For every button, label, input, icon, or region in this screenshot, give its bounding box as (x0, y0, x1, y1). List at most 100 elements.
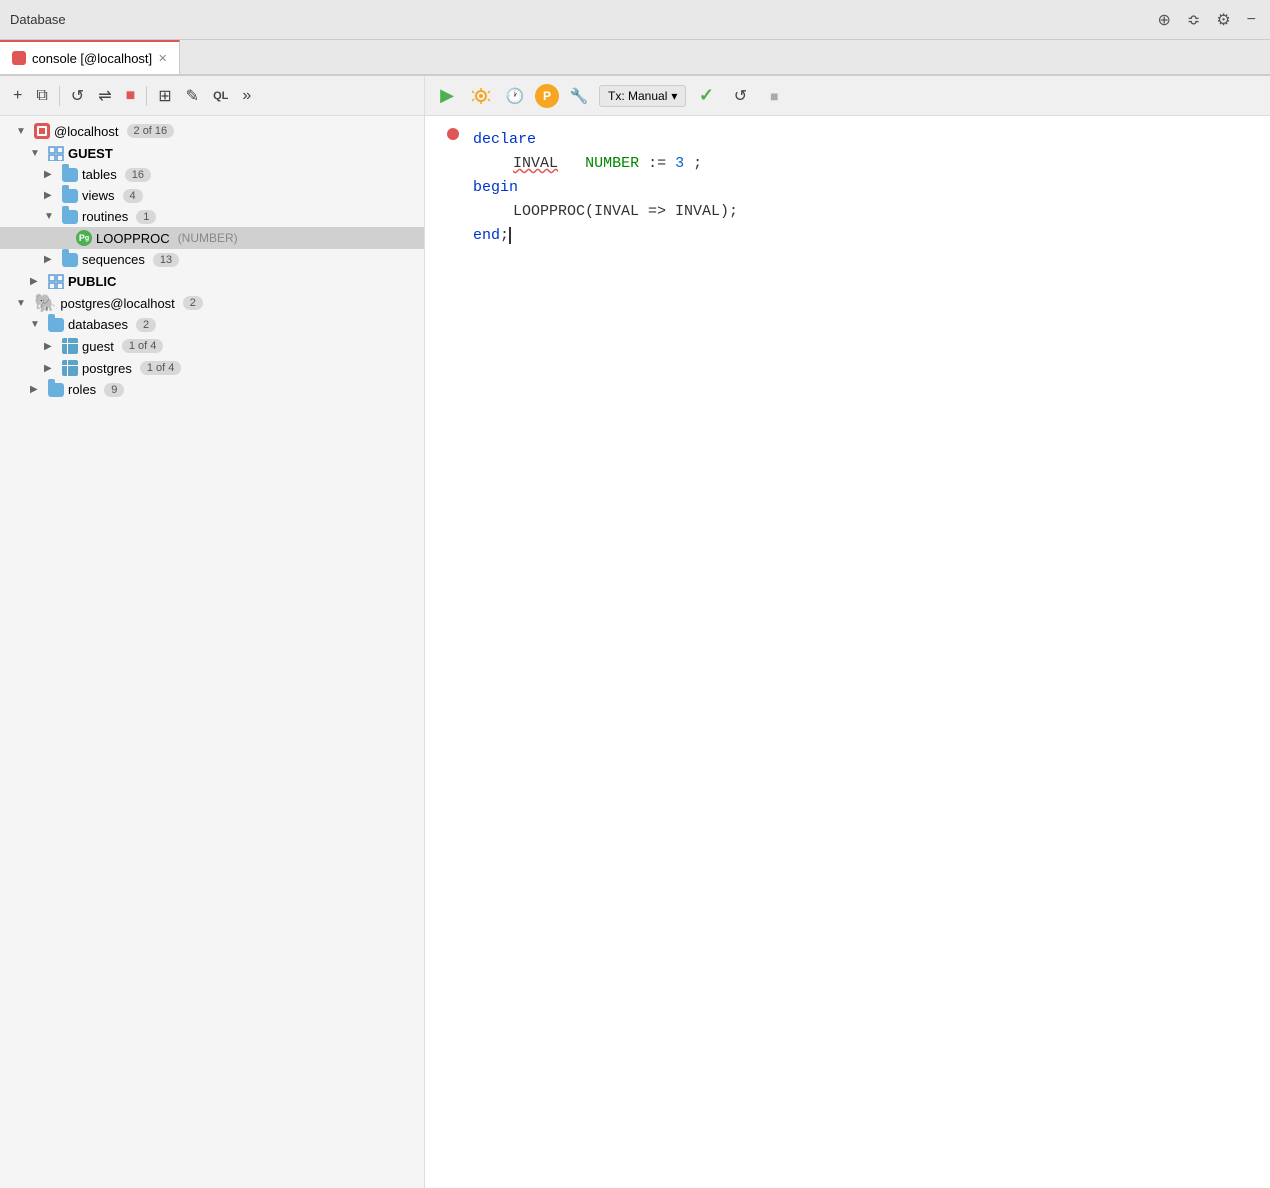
line-2-content: INVAL NUMBER := 3 ; (473, 152, 1254, 176)
public-schema-label: PUBLIC (68, 274, 116, 289)
roles-folder-icon (48, 383, 64, 397)
views-label: views (82, 188, 115, 203)
error-indicator (447, 128, 459, 140)
clock-button[interactable]: 🕐 (501, 82, 529, 110)
tree-item-guest-schema[interactable]: GUEST (0, 142, 424, 164)
tx-chevron-icon: ▾ (671, 89, 677, 103)
sequences-folder-icon (62, 253, 78, 267)
tree-item-views[interactable]: views 4 (0, 185, 424, 206)
code-editor[interactable]: declare INVAL NUMBER := 3 ; (425, 116, 1270, 1188)
rollback-button[interactable]: ↺ (726, 82, 754, 110)
line-4-content: LOOPPROC(INVAL => INVAL); (473, 200, 1254, 224)
postgres-localhost-badge: 2 (183, 296, 203, 310)
tables-folder-icon (62, 168, 78, 182)
run-button[interactable]: ▶ (433, 82, 461, 110)
tx-manual-dropdown[interactable]: Tx: Manual ▾ (599, 85, 686, 107)
chevron-postgres-db (44, 363, 58, 374)
sidebar-toolbar: + ⧉ ↺ ⇌ ■ ⊞ ✎ QL » (0, 76, 424, 116)
localhost-badge: 2 of 16 (127, 124, 175, 138)
tree-item-localhost[interactable]: @localhost 2 of 16 (0, 120, 424, 142)
refresh-button[interactable]: ↺ (66, 83, 89, 109)
wrench-button[interactable]: 🔧 (565, 82, 593, 110)
console-tab-label: console [@localhost] (32, 51, 152, 66)
guest-db-icon (62, 338, 78, 354)
loopproc-call: LOOPPROC(INVAL => INVAL); (513, 203, 738, 220)
tree-item-guest-db[interactable]: guest 1 of 4 (0, 335, 424, 357)
routines-folder-icon (62, 210, 78, 224)
postgres-db-label: postgres (82, 361, 132, 376)
postgres-localhost-label: postgres@localhost (60, 296, 174, 311)
loopproc-label: LOOPPROC (96, 231, 170, 246)
tree-item-databases[interactable]: databases 2 (0, 314, 424, 335)
sequences-badge: 13 (153, 253, 179, 267)
val-3: 3 (675, 155, 684, 172)
public-schema-icon (48, 273, 64, 289)
minimize-icon[interactable]: − (1243, 9, 1260, 31)
tree-item-routines[interactable]: routines 1 (0, 206, 424, 227)
database-tree: @localhost 2 of 16 GUEST tables 16 (0, 116, 424, 1188)
code-line-3: begin (441, 176, 1254, 200)
databases-badge: 2 (136, 318, 156, 332)
debug-button[interactable] (467, 82, 495, 110)
chevron-views (44, 190, 58, 201)
guest-db-badge: 1 of 4 (122, 339, 164, 353)
tree-item-tables[interactable]: tables 16 (0, 164, 424, 185)
settings-icon[interactable]: ⚙ (1212, 8, 1234, 32)
sync-button[interactable]: ⇌ (93, 83, 116, 109)
localhost-db-icon (34, 123, 50, 139)
console-tab-close[interactable]: ✕ (158, 52, 167, 65)
line-3-content: begin (473, 176, 1254, 200)
chevron-public (30, 276, 44, 287)
tree-item-loopproc[interactable]: Pg LOOPPROC (NUMBER) (0, 227, 424, 249)
line-1-content: declare (473, 128, 1254, 152)
profile-button[interactable]: P (535, 84, 559, 108)
tree-item-postgres-db[interactable]: postgres 1 of 4 (0, 357, 424, 379)
tree-item-public-schema[interactable]: PUBLIC (0, 270, 424, 292)
editor-panel: ▶ 🕐 P 🔧 Tx: Manual ▾ ✓ (425, 76, 1270, 1188)
tree-item-postgres-localhost[interactable]: 🐘 postgres@localhost 2 (0, 292, 424, 314)
code-line-5: end; (441, 224, 1254, 248)
copy-button[interactable]: ⧉ (31, 84, 52, 108)
edit-button[interactable]: ✎ (181, 83, 204, 109)
tree-item-sequences[interactable]: sequences 13 (0, 249, 424, 270)
stop-button[interactable]: ■ (121, 84, 141, 108)
views-badge: 4 (123, 189, 143, 203)
tables-badge: 16 (125, 168, 151, 182)
ql-button[interactable]: QL (208, 87, 233, 105)
line-5-content: end; (473, 224, 1254, 248)
databases-folder-icon (48, 318, 64, 332)
tab-bar: console [@localhost] ✕ (0, 40, 1270, 76)
grid-button[interactable]: ⊞ (153, 83, 176, 109)
keyword-begin: begin (473, 179, 518, 196)
more-button[interactable]: » (237, 84, 256, 108)
tx-label: Tx: Manual (608, 89, 667, 103)
guest-schema-label: GUEST (68, 146, 113, 161)
code-line-2: INVAL NUMBER := 3 ; (441, 152, 1254, 176)
filter-icon[interactable]: ≎ (1183, 8, 1204, 32)
add-button[interactable]: + (8, 84, 27, 108)
localhost-label: @localhost (54, 124, 119, 139)
toolbar-separator-2 (146, 86, 147, 106)
toolbar-separator-1 (59, 86, 60, 106)
sidebar: + ⧉ ↺ ⇌ ■ ⊞ ✎ QL » @localhost 2 of 16 (0, 76, 425, 1188)
views-folder-icon (62, 189, 78, 203)
chevron-tables (44, 169, 58, 180)
routines-badge: 1 (136, 210, 156, 224)
top-bar-icons: ⊕ ≎ ⚙ − (1154, 8, 1261, 32)
add-connection-icon[interactable]: ⊕ (1154, 8, 1175, 32)
semicolon-1: ; (693, 155, 702, 172)
chevron-sequences (44, 254, 58, 265)
tables-label: tables (82, 167, 117, 182)
postgres-pg-icon: 🐘 (34, 295, 56, 311)
commit-button[interactable]: ✓ (692, 82, 720, 110)
tree-item-roles[interactable]: roles 9 (0, 379, 424, 400)
console-tab[interactable]: console [@localhost] ✕ (0, 40, 180, 74)
chevron-routines (44, 211, 58, 222)
chevron-databases (30, 319, 44, 330)
type-number: NUMBER (585, 155, 639, 172)
chevron-guest (30, 148, 44, 159)
loopproc-extra: (NUMBER) (178, 231, 238, 245)
stop-exec-button[interactable]: ■ (760, 82, 788, 110)
assign-op: := (648, 155, 675, 172)
postgres-db-icon (62, 360, 78, 376)
